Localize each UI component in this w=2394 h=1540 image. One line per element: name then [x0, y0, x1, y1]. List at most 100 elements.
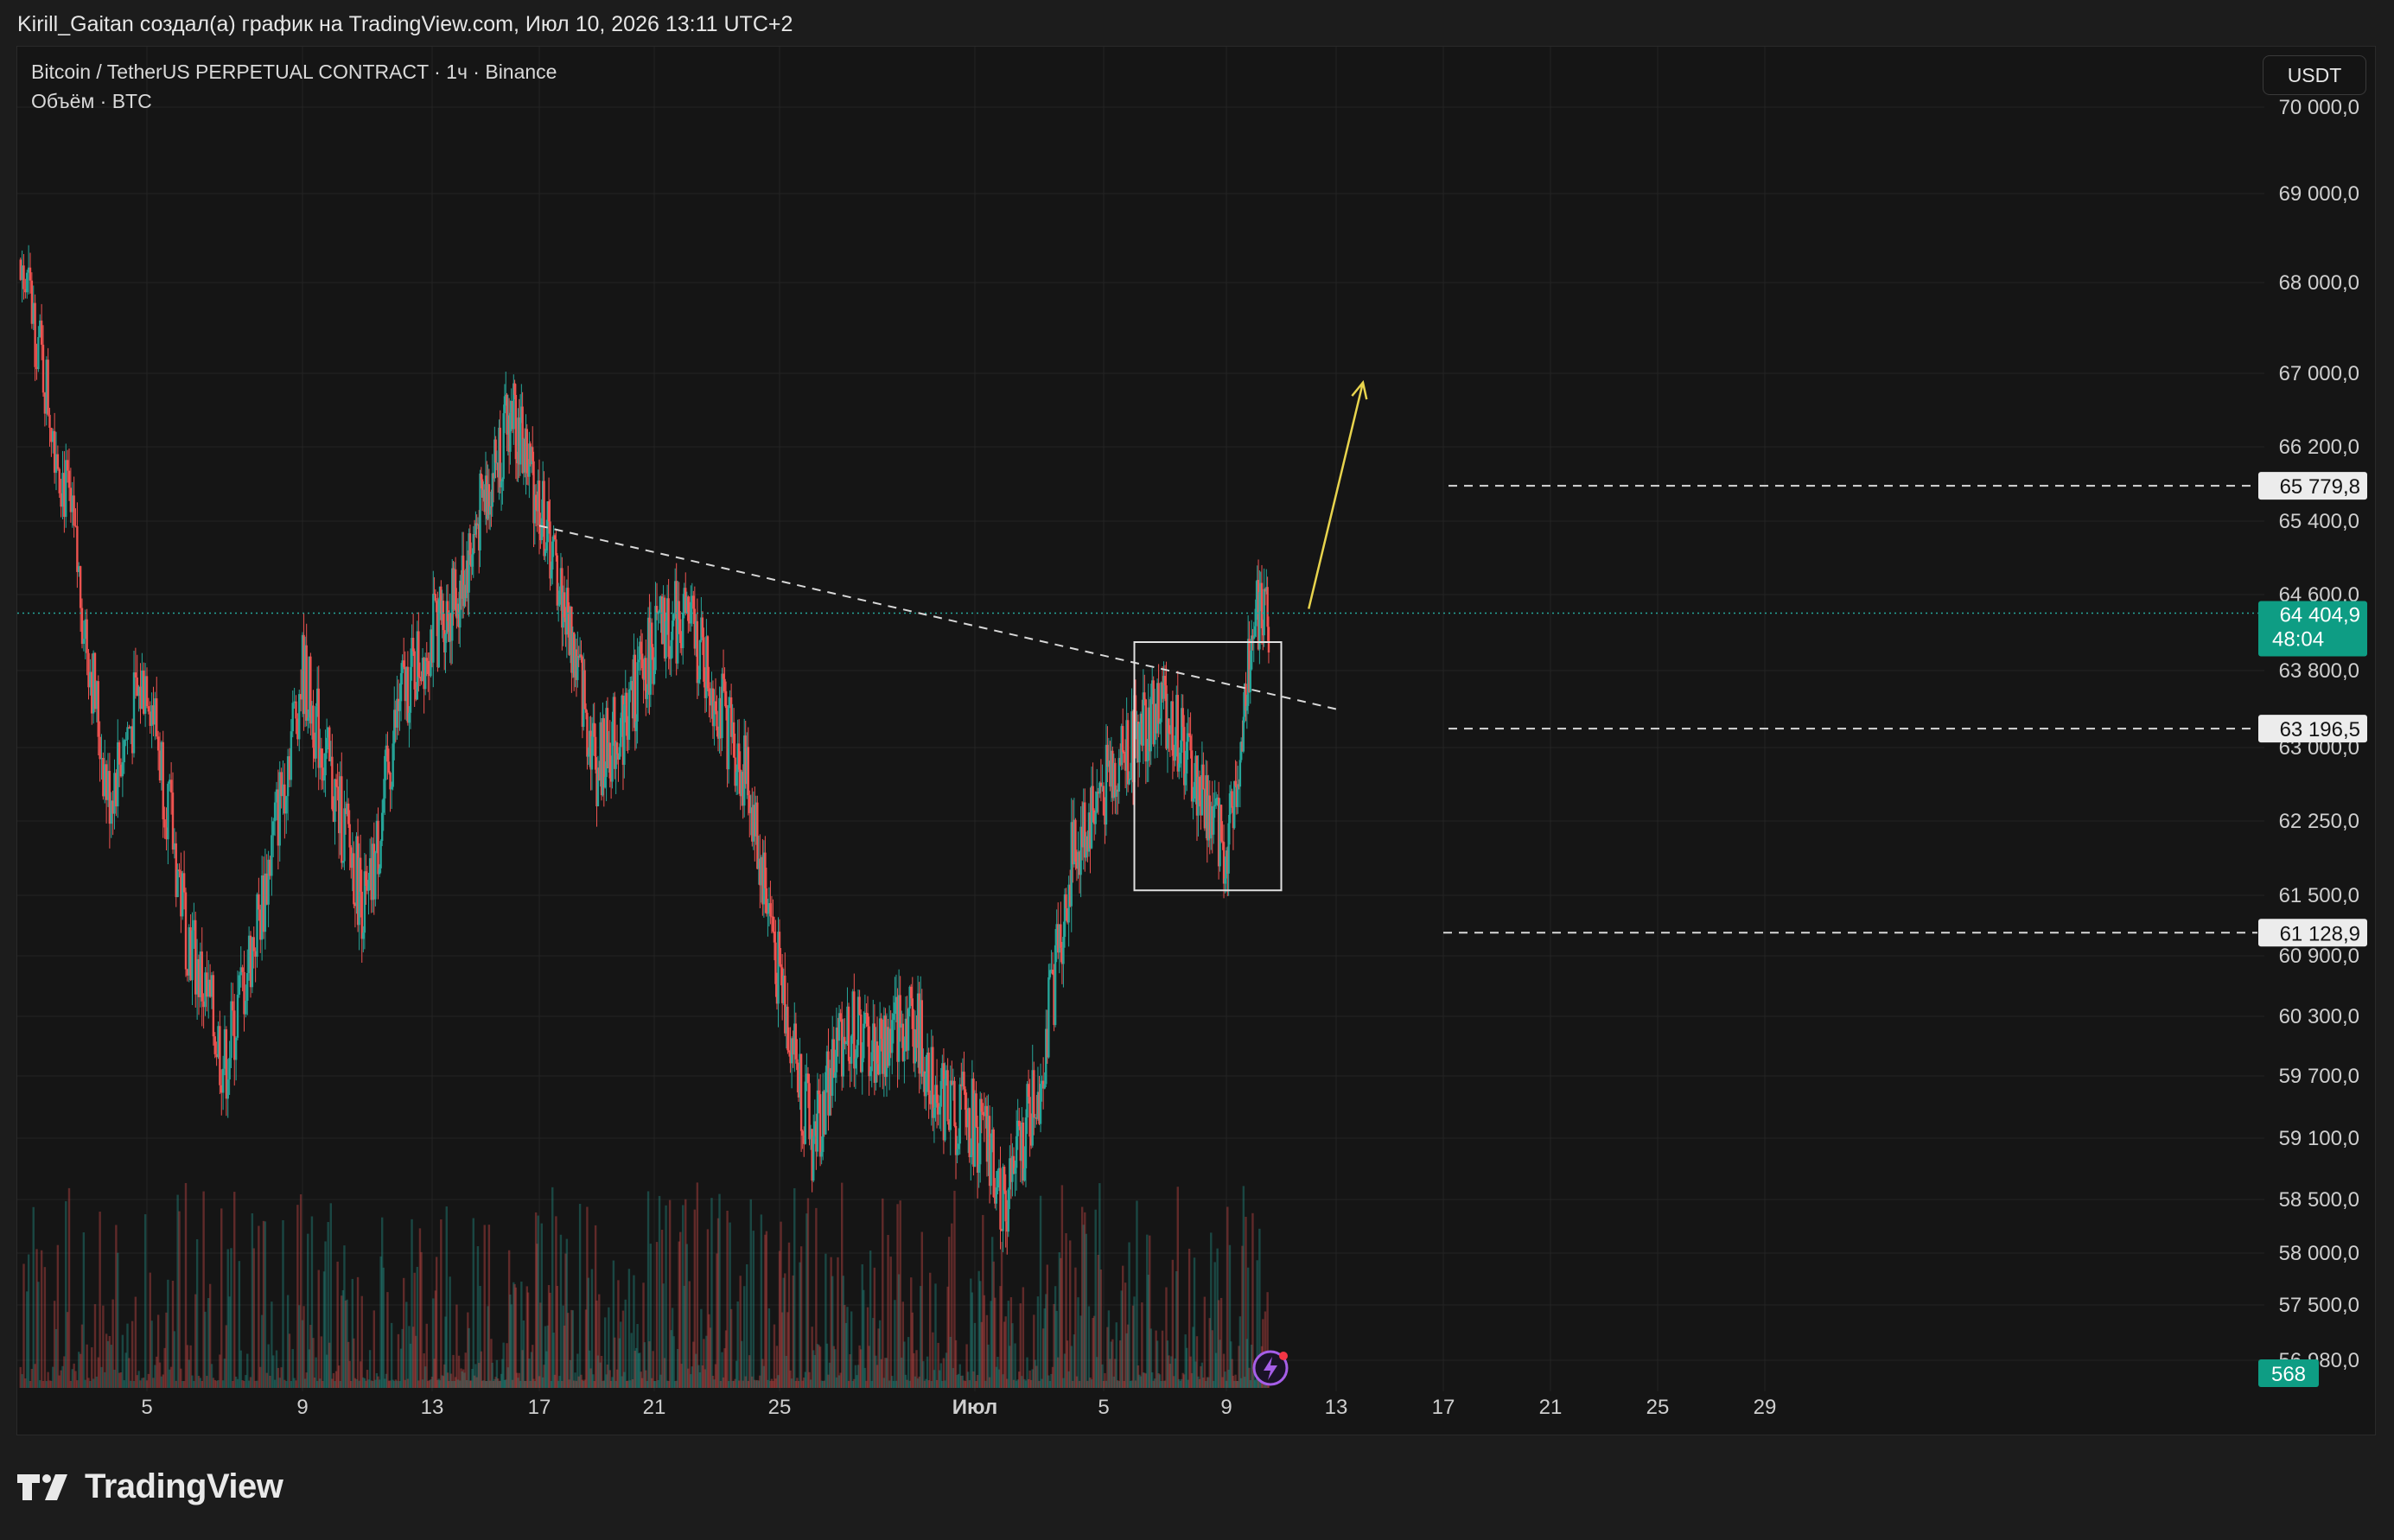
candle-body [1123, 752, 1125, 754]
lightning-alert-icon-dot [1279, 1352, 1288, 1360]
candle-body [1094, 811, 1097, 824]
trendline [538, 525, 1337, 710]
candle [145, 667, 149, 709]
candle-body [341, 776, 343, 863]
candle-body [379, 841, 382, 869]
candle-body [324, 753, 327, 776]
candle-body [1033, 1070, 1035, 1118]
volume-bar [549, 1292, 551, 1388]
candle-body [799, 1053, 803, 1131]
candle-body [331, 756, 334, 810]
candle [553, 533, 557, 540]
candle [291, 690, 294, 738]
candle-body [576, 656, 579, 680]
currency-button[interactable]: USDT [2263, 55, 2366, 95]
candle [341, 861, 345, 868]
symbol-legend[interactable]: Bitcoin / TetherUS PERPETUAL CONTRACT · … [31, 60, 557, 84]
candle-body [858, 996, 861, 1015]
candle [665, 613, 667, 678]
candle [868, 1016, 870, 1096]
candle-body [737, 743, 741, 770]
candle [343, 790, 346, 870]
candle-body [201, 951, 203, 1002]
volume-bar [405, 1301, 408, 1388]
volume-bar [685, 1244, 688, 1388]
volume-bar [1226, 1206, 1229, 1388]
volume-bar [1004, 1316, 1007, 1388]
candle [825, 1066, 827, 1135]
candle-body [34, 302, 36, 367]
volume-bar [32, 1206, 35, 1388]
candle-body [557, 604, 560, 606]
lightning-alert-icon[interactable] [1252, 1350, 1289, 1386]
volume-bar [195, 1238, 199, 1388]
candle-body [232, 1001, 234, 1011]
candle-body [1003, 1167, 1006, 1191]
candle-body [625, 692, 628, 736]
candle-body [687, 596, 690, 621]
candle-body [772, 916, 774, 932]
candle-body [147, 706, 150, 712]
candle-body [765, 888, 768, 914]
x-tick-label: 13 [1325, 1396, 1348, 1419]
candle [26, 270, 29, 299]
candle-body [1238, 760, 1242, 787]
candle [201, 927, 203, 1027]
candle-body [121, 762, 124, 777]
volume-bar [929, 1272, 932, 1388]
candle-body [408, 712, 411, 723]
x-tick-label: 25 [768, 1396, 792, 1419]
candle [698, 640, 702, 684]
volume-bar [382, 1267, 385, 1388]
candle-body [47, 360, 49, 416]
volume-bar [1039, 1195, 1042, 1388]
candle-body [389, 773, 392, 790]
candle-body [145, 676, 149, 707]
candle-body [958, 1084, 961, 1144]
volume-bar [765, 1231, 768, 1388]
volume-bar [1219, 1297, 1223, 1388]
volume-bar [627, 1269, 631, 1388]
tradingview-logo-icon [17, 1473, 67, 1500]
candle [706, 634, 710, 691]
candle-body [672, 614, 675, 621]
volume-bar [178, 1211, 181, 1388]
volume-bar [787, 1242, 791, 1388]
tradingview-logo[interactable]: TradingView [17, 1467, 283, 1506]
candle-body [1213, 806, 1215, 835]
candle-body [806, 1073, 810, 1084]
candle-body [894, 1002, 896, 1015]
candle-body [980, 1098, 983, 1112]
candle-body [178, 869, 181, 872]
candle-body [543, 480, 545, 557]
candle-body [992, 1130, 995, 1198]
candle [634, 649, 637, 751]
volume-bar [1011, 1323, 1014, 1388]
x-tick-label: Июл [952, 1396, 997, 1419]
candle [1233, 780, 1236, 830]
candle-body [1187, 733, 1191, 736]
volume-bar [134, 1296, 137, 1388]
candle-body [1146, 760, 1149, 762]
candle-body [818, 1094, 822, 1157]
candle-body [1121, 726, 1124, 753]
y-tick-label: 58 500,0 [2279, 1188, 2359, 1212]
volume-bar [416, 1266, 419, 1388]
candle-body [787, 1050, 791, 1053]
candle [667, 578, 670, 670]
candle [126, 722, 129, 755]
x-tick-label: 29 [1754, 1396, 1777, 1419]
candle-body [801, 1130, 804, 1136]
volume-bar [264, 1221, 267, 1388]
x-tick-label: 5 [1098, 1396, 1109, 1419]
candle-body [298, 694, 301, 740]
candle-body [587, 754, 590, 757]
candle-body [977, 1164, 980, 1174]
candle-body [703, 637, 705, 682]
candle-body [1047, 977, 1050, 1058]
volume-legend[interactable]: Объём · BTC [31, 90, 152, 113]
candle [73, 476, 75, 538]
price-chart[interactable]: 70 000,0 69 000,0 68 000,0 67 000,0 66 200,0… [0, 0, 2394, 1540]
candle-body [1004, 1190, 1007, 1222]
candle-body [995, 1187, 998, 1204]
